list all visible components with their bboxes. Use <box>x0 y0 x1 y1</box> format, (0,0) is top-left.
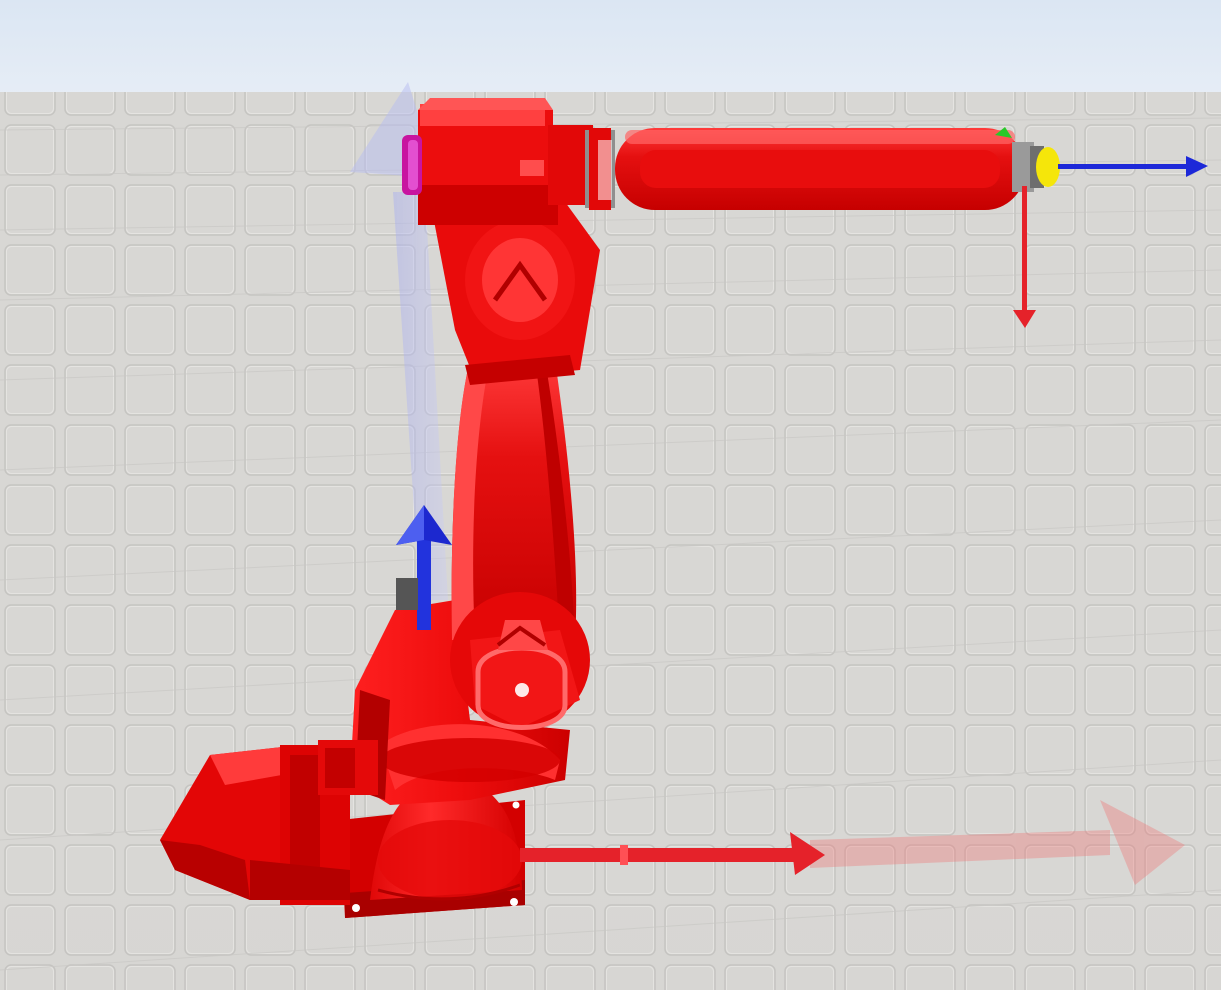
3d-scene[interactable] <box>0 0 1221 990</box>
simulation-viewport[interactable] <box>0 0 1221 990</box>
tool-tip-icon <box>1036 147 1060 187</box>
forearm-tube <box>585 128 1025 210</box>
robot-wrist <box>1012 142 1060 192</box>
sky-background <box>0 0 1221 96</box>
